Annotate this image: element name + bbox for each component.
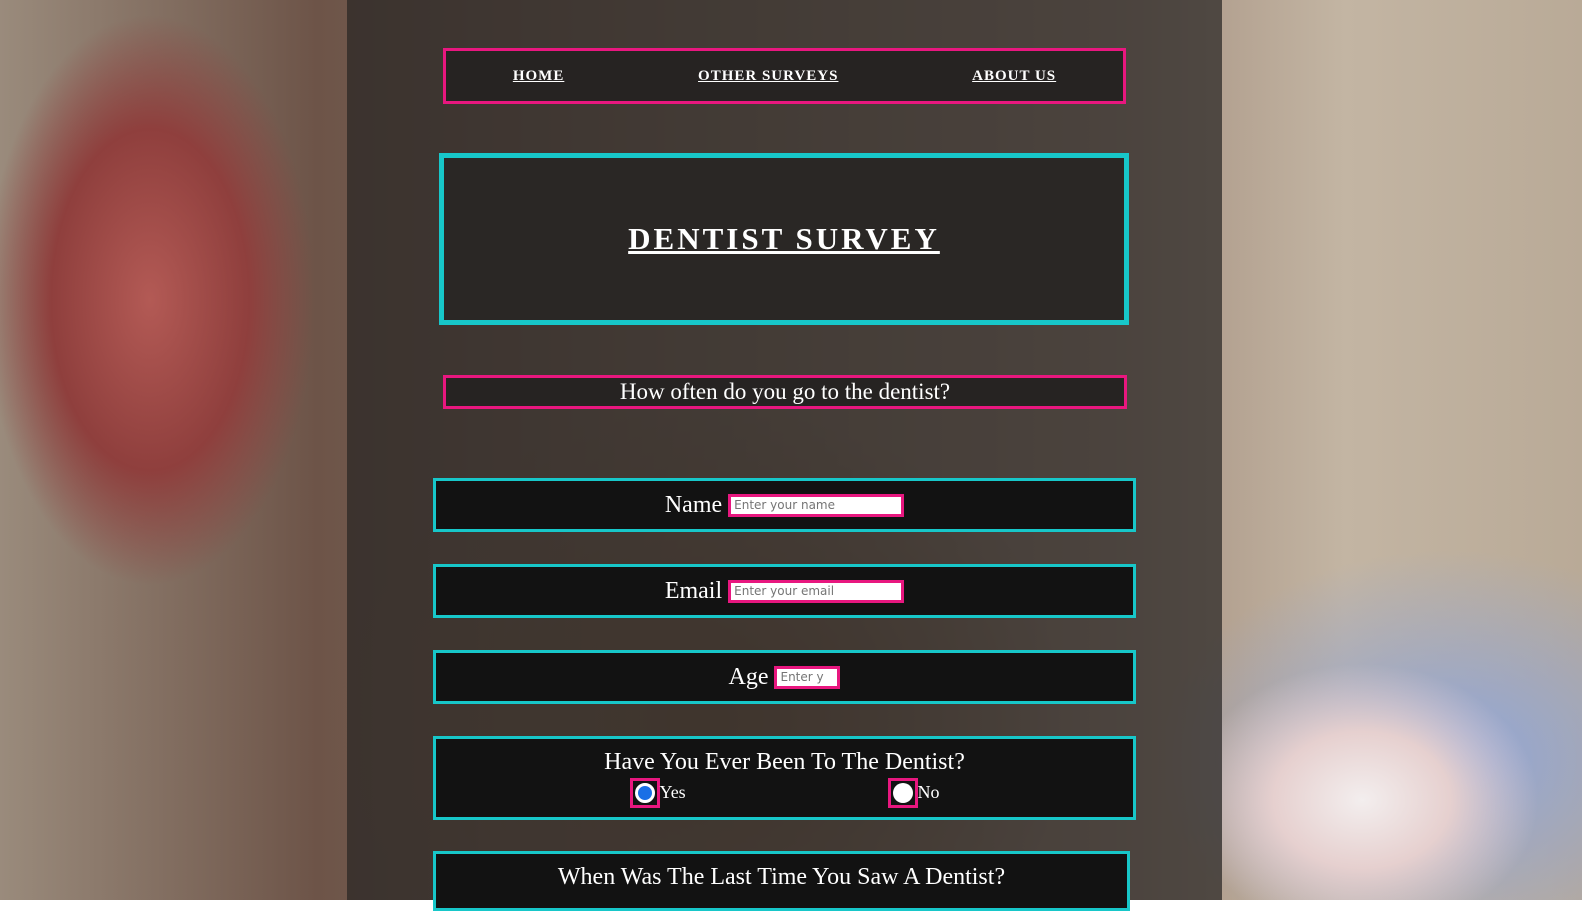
been-to-dentist-row: Have You Ever Been To The Dentist? Yes N… (433, 736, 1136, 820)
nav-about-us-link[interactable]: ABOUT US (972, 68, 1056, 85)
nav-home-link[interactable]: HOME (513, 68, 565, 85)
last-visit-question: When Was The Last Time You Saw A Dentist… (557, 864, 1006, 890)
radio-no-label: No (917, 782, 940, 802)
age-field-row: Age (433, 650, 1136, 704)
email-label: Email (664, 577, 723, 604)
email-field-row: Email (433, 564, 1136, 618)
background-highlight (1222, 640, 1582, 900)
radio-option-no[interactable]: No (887, 777, 940, 808)
top-nav: HOME OTHER SURVEYS ABOUT US (443, 48, 1126, 104)
age-input[interactable] (774, 665, 841, 689)
intro-question: How often do you go to the dentist? (443, 375, 1127, 409)
radio-yes[interactable] (634, 782, 655, 803)
nav-other-surveys-link[interactable]: OTHER SURVEYS (698, 68, 838, 85)
been-to-dentist-question: Have You Ever Been To The Dentist? (604, 748, 965, 775)
age-label: Age (728, 663, 769, 690)
radio-frame (629, 777, 660, 808)
name-label: Name (664, 491, 723, 518)
radio-option-yes[interactable]: Yes (629, 777, 686, 808)
name-input[interactable] (728, 493, 905, 517)
radio-yes-label: Yes (659, 782, 686, 802)
radio-group: Yes No (629, 777, 940, 808)
email-input[interactable] (728, 579, 905, 603)
radio-frame (887, 777, 918, 808)
radio-no[interactable] (892, 782, 913, 803)
title-box: DENTIST SURVEY (439, 153, 1129, 325)
page-title: DENTIST SURVEY (628, 221, 940, 256)
last-visit-row: When Was The Last Time You Saw A Dentist… (433, 851, 1130, 911)
name-field-row: Name (433, 478, 1136, 532)
